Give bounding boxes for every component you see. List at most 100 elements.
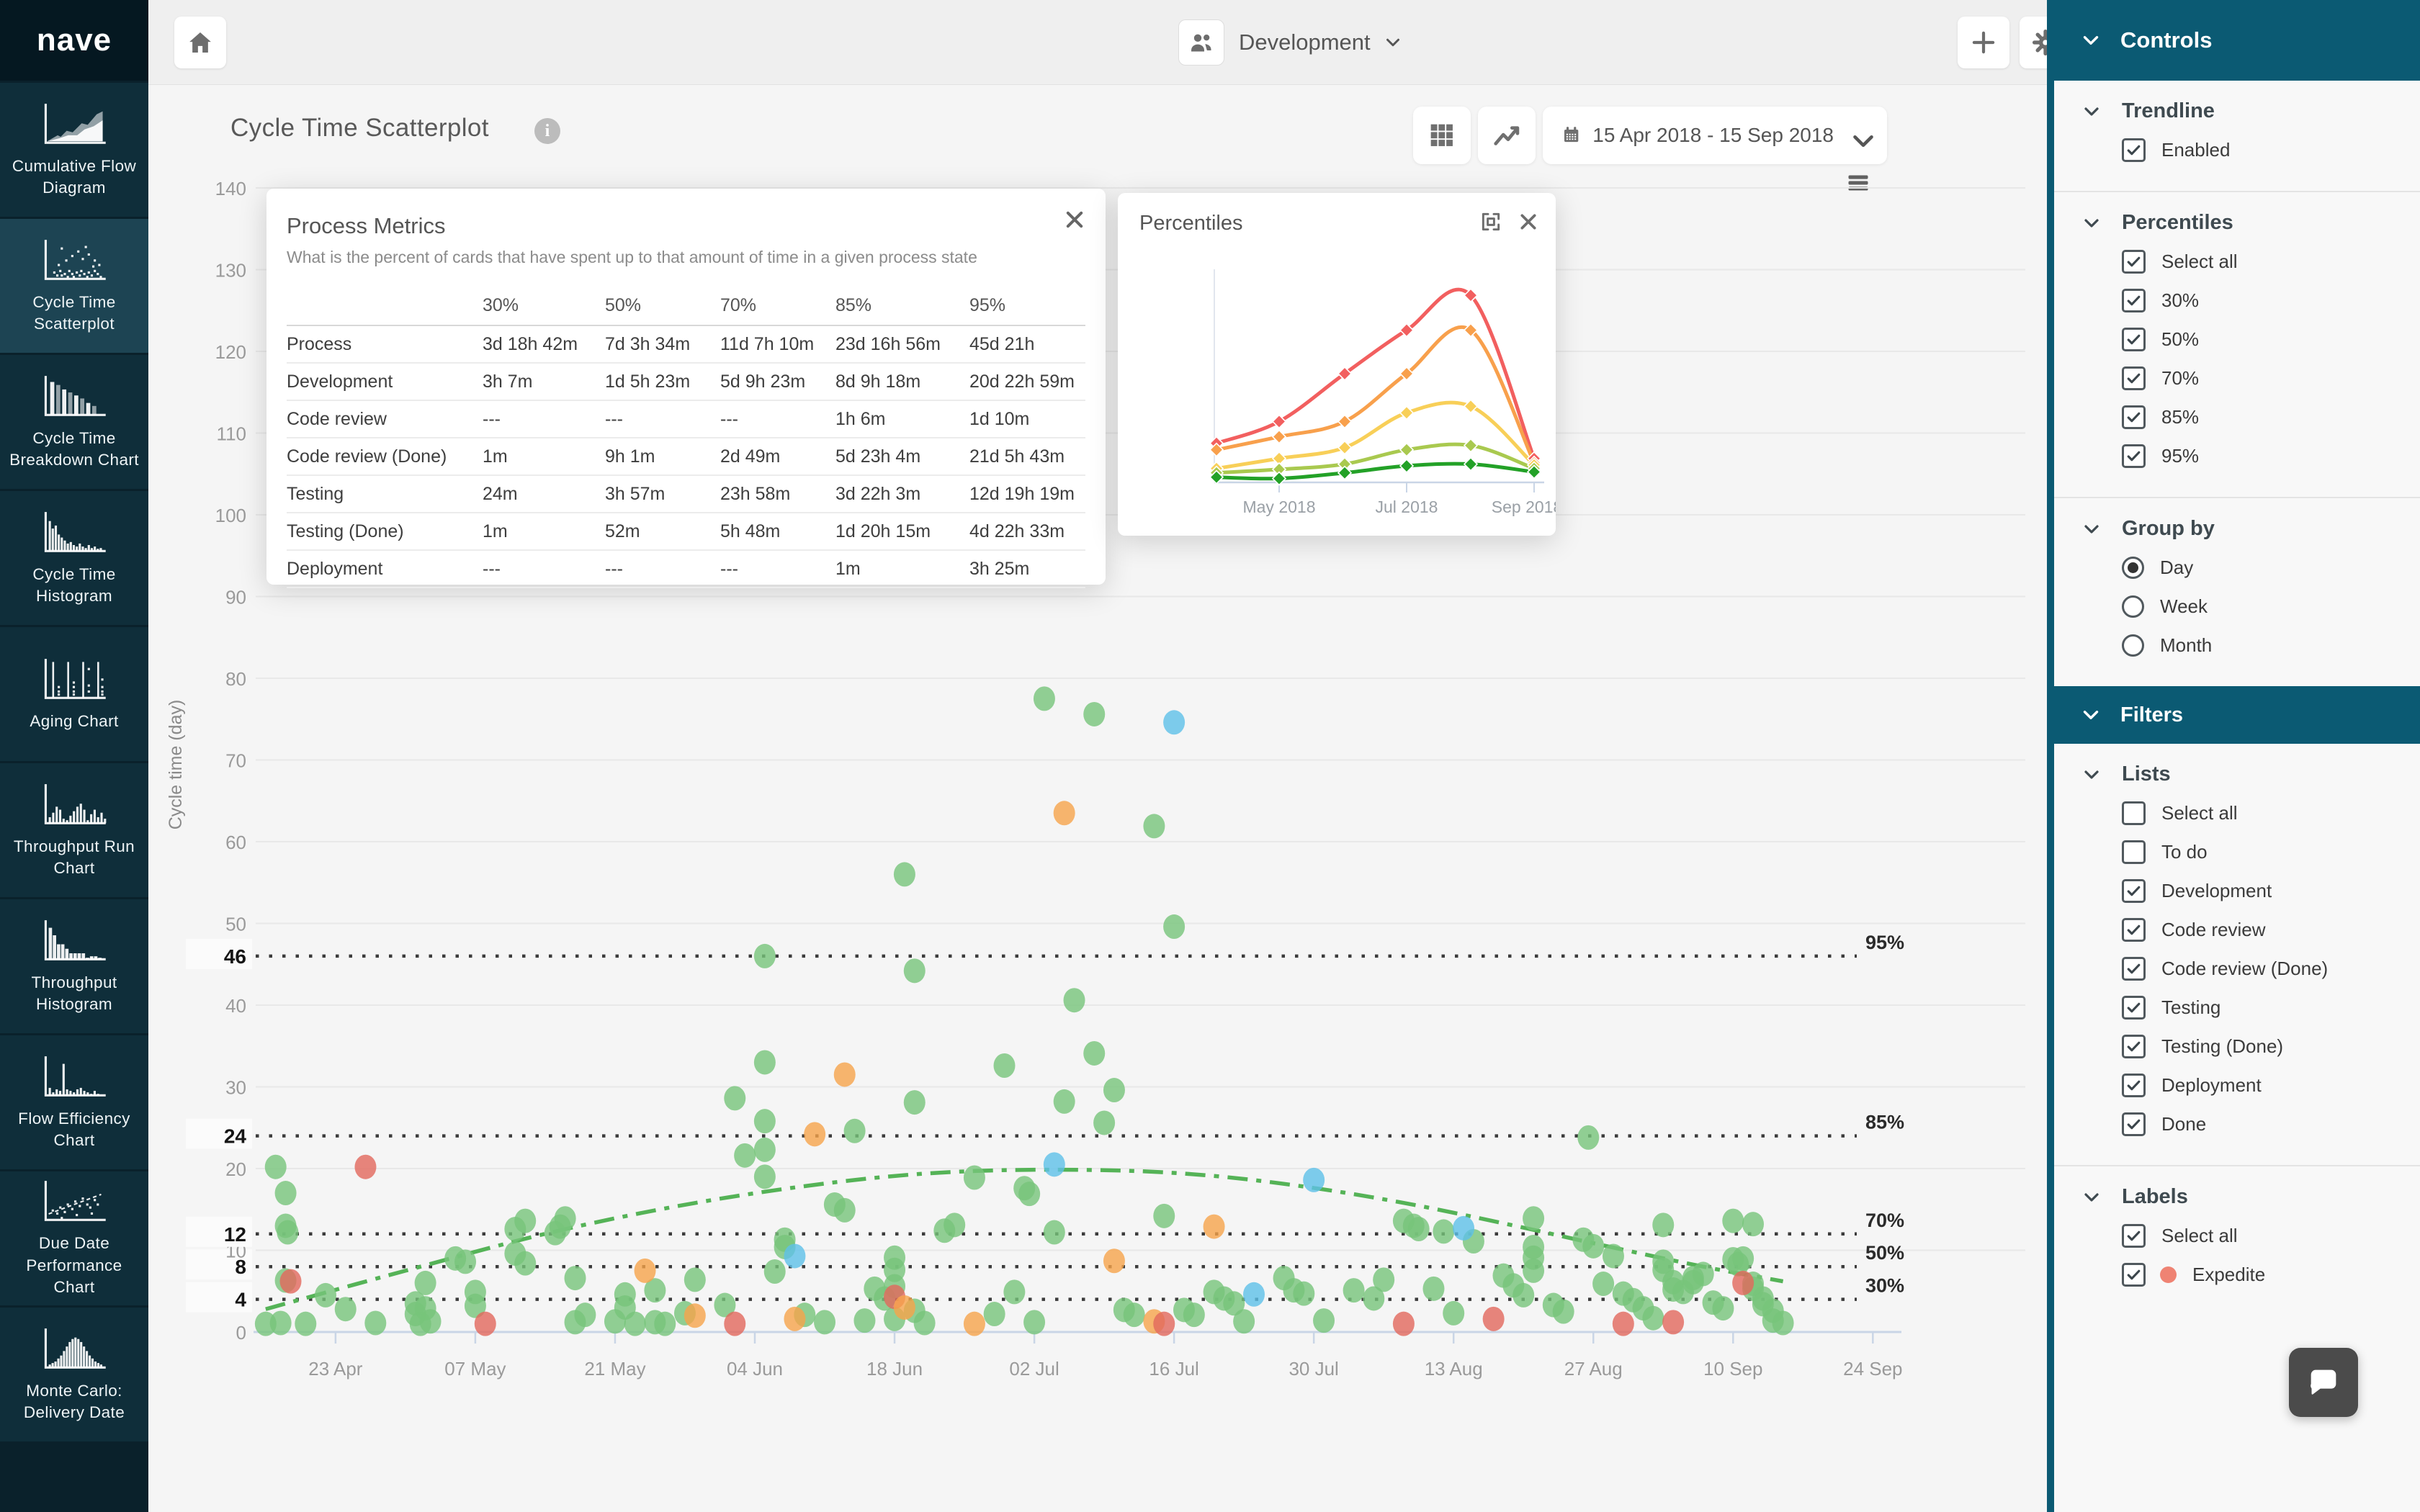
checkbox-development[interactable]: Development	[2122, 871, 2420, 910]
scatter-point[interactable]	[754, 1050, 776, 1074]
radio-month[interactable]: Month	[2122, 626, 2420, 665]
scatter-point[interactable]	[565, 1266, 586, 1290]
scatter-point[interactable]	[1083, 1041, 1105, 1066]
scatter-point[interactable]	[1577, 1125, 1599, 1150]
scatter-point[interactable]	[734, 1143, 756, 1168]
scatter-point[interactable]	[754, 1164, 776, 1189]
scatter-point[interactable]	[1483, 1307, 1505, 1331]
scatter-point[interactable]	[415, 1271, 436, 1295]
scatter-point[interactable]	[635, 1259, 656, 1283]
scatter-point[interactable]	[1732, 1246, 1754, 1271]
scatter-point[interactable]	[1553, 1300, 1574, 1324]
scatter-point[interactable]	[1054, 1089, 1075, 1114]
scatter-point[interactable]	[1163, 710, 1185, 734]
scatter-point[interactable]	[1153, 1312, 1175, 1336]
scatter-point[interactable]	[1613, 1312, 1634, 1336]
scatter-point[interactable]	[984, 1302, 1005, 1326]
scatter-point[interactable]	[454, 1249, 476, 1274]
sidebar-item-throughput-run-chart[interactable]: Throughput Run Chart	[0, 763, 148, 897]
scatter-point[interactable]	[475, 1312, 496, 1336]
scatter-point[interactable]	[654, 1312, 676, 1336]
checkbox-select-all[interactable]: Select all	[2122, 793, 2420, 832]
radio-week[interactable]: Week	[2122, 587, 2420, 626]
scatter-point[interactable]	[914, 1311, 936, 1336]
scatter-point[interactable]	[1083, 702, 1105, 726]
scatter-point[interactable]	[1163, 914, 1185, 939]
scatter-point[interactable]	[354, 1155, 376, 1179]
scatter-point[interactable]	[1064, 988, 1085, 1012]
scatter-point[interactable]	[964, 1165, 985, 1189]
scatter-point[interactable]	[270, 1311, 292, 1336]
filters-header[interactable]: Filters	[2047, 686, 2420, 744]
scatter-point[interactable]	[624, 1312, 646, 1336]
checkbox-testing[interactable]: Testing	[2122, 988, 2420, 1027]
checkbox-50%[interactable]: 50%	[2122, 320, 2420, 359]
scatter-point[interactable]	[1204, 1215, 1225, 1239]
scatter-point[interactable]	[1103, 1248, 1125, 1273]
section-title-row[interactable]: Group by	[2054, 517, 2420, 541]
scatter-point[interactable]	[1093, 1110, 1115, 1135]
section-title-row[interactable]: Lists	[2054, 762, 2420, 786]
scatter-point[interactable]	[754, 1109, 776, 1133]
scatter-point[interactable]	[1124, 1302, 1145, 1327]
checkbox-code-review[interactable]: Code review	[2122, 910, 2420, 949]
scatter-point[interactable]	[1143, 814, 1165, 838]
checkbox-70%[interactable]: 70%	[2122, 359, 2420, 397]
scatter-point[interactable]	[784, 1307, 805, 1331]
scatter-point[interactable]	[1054, 801, 1075, 825]
checkbox-testing-done-[interactable]: Testing (Done)	[2122, 1027, 2420, 1066]
scatter-point[interactable]	[1303, 1168, 1325, 1192]
scatter-point[interactable]	[894, 1295, 915, 1320]
close-icon[interactable]	[1062, 207, 1087, 232]
scatter-point[interactable]	[1662, 1310, 1684, 1334]
scatter-point[interactable]	[1183, 1302, 1205, 1327]
sidebar-item-aging-chart[interactable]: Aging Chart	[0, 627, 148, 761]
scatter-point[interactable]	[944, 1212, 965, 1237]
nave-logo[interactable]: nave	[0, 0, 148, 81]
scatter-point[interactable]	[1512, 1283, 1534, 1308]
add-button[interactable]	[1958, 17, 2009, 68]
scatter-point[interactable]	[834, 1062, 856, 1086]
checkbox-85%[interactable]: 85%	[2122, 397, 2420, 436]
scatter-point[interactable]	[574, 1302, 596, 1327]
scatter-point[interactable]	[1313, 1308, 1335, 1333]
expand-icon[interactable]	[1479, 210, 1502, 237]
scatter-point[interactable]	[1773, 1311, 1794, 1336]
scatter-point[interactable]	[1393, 1312, 1415, 1336]
scatter-point[interactable]	[814, 1310, 835, 1334]
scatter-point[interactable]	[277, 1220, 298, 1245]
section-title-row[interactable]: Trendline	[2054, 99, 2420, 123]
scatter-point[interactable]	[1343, 1278, 1365, 1302]
sidebar-item-due-date-performance-chart[interactable]: Due Date Performance Chart	[0, 1171, 148, 1305]
scatter-point[interactable]	[1592, 1272, 1614, 1296]
scatter-point[interactable]	[295, 1312, 316, 1336]
sidebar-item-flow-efficiency-chart[interactable]: Flow Efficiency Chart	[0, 1035, 148, 1169]
scatter-point[interactable]	[1742, 1212, 1764, 1236]
close-icon[interactable]	[1517, 210, 1540, 237]
scatter-point[interactable]	[764, 1259, 786, 1284]
sidebar-item-cycle-time-histogram[interactable]: Cycle Time Histogram	[0, 491, 148, 625]
scatter-point[interactable]	[315, 1283, 336, 1308]
checkbox-select-all[interactable]: Select all	[2122, 242, 2420, 281]
scatter-point[interactable]	[804, 1122, 825, 1146]
scatter-point[interactable]	[1712, 1296, 1734, 1320]
scatter-point[interactable]	[784, 1243, 805, 1268]
checkbox-select-all[interactable]: Select all	[2122, 1216, 2420, 1255]
scatter-point[interactable]	[1523, 1259, 1544, 1283]
scatter-point[interactable]	[754, 944, 776, 968]
scatter-point[interactable]	[904, 958, 926, 983]
scatter-point[interactable]	[1523, 1206, 1544, 1230]
board-switcher[interactable]: Development	[1178, 17, 1404, 68]
checkbox-30%[interactable]: 30%	[2122, 281, 2420, 320]
scatter-point[interactable]	[754, 1138, 776, 1162]
scatter-point[interactable]	[1433, 1219, 1454, 1243]
checkbox-expedite[interactable]: Expedite	[2122, 1255, 2420, 1294]
scatter-point[interactable]	[1044, 1152, 1065, 1176]
section-title-row[interactable]: Labels	[2054, 1185, 2420, 1209]
scatter-point[interactable]	[335, 1297, 357, 1321]
scatter-point[interactable]	[514, 1251, 536, 1276]
chat-button[interactable]	[2289, 1348, 2358, 1417]
scatter-point[interactable]	[1243, 1282, 1265, 1307]
scatter-point[interactable]	[834, 1198, 856, 1223]
scatter-point[interactable]	[364, 1311, 386, 1336]
